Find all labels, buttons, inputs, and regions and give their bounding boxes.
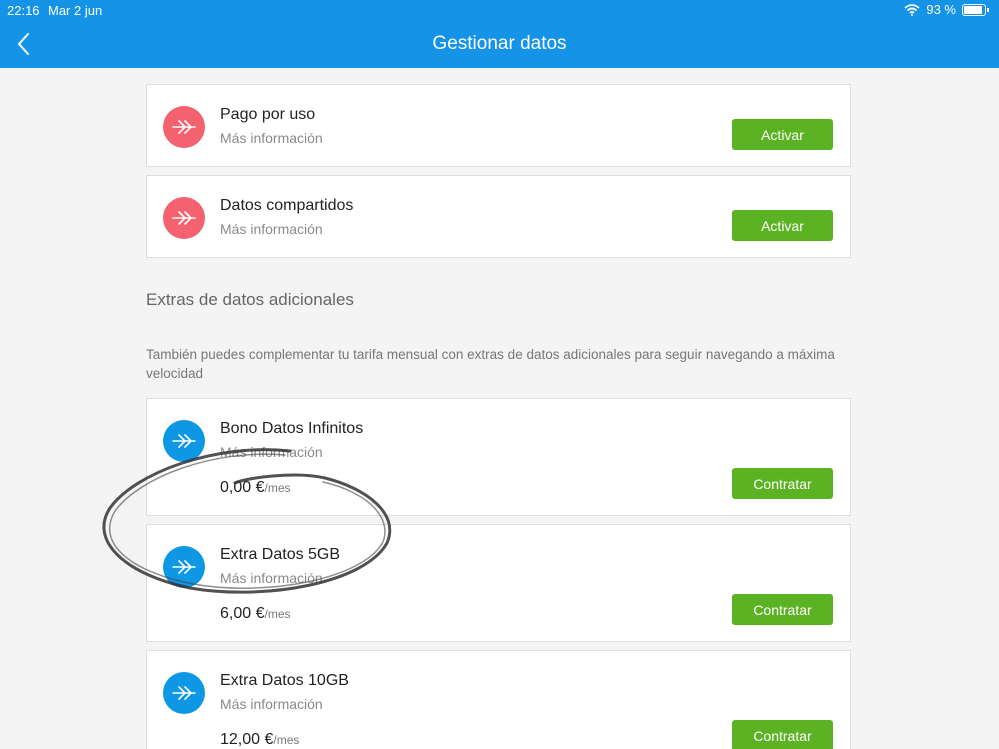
plan-icon-circle	[163, 106, 205, 148]
plan-title: Pago por uso	[220, 106, 316, 123]
more-info-link[interactable]: Más información	[220, 444, 323, 460]
extra-card-bono-datos-infinitos: Bono Datos Infinitos Más información 0,0…	[146, 398, 851, 516]
data-arrow-icon	[172, 211, 196, 225]
app-header: 22:16 Mar 2 jun 93 % Gestionar datos	[0, 0, 999, 68]
status-indicators: 93 %	[904, 2, 989, 17]
more-info-link[interactable]: Más información	[220, 570, 323, 586]
extra-card-extra-datos-5gb: Extra Datos 5GB Más información 6,00 €/m…	[146, 524, 851, 642]
price-unit: /mes	[273, 733, 300, 747]
extra-icon-circle	[163, 546, 205, 588]
status-time: 22:16	[7, 3, 40, 18]
extra-card-extra-datos-10gb: Extra Datos 10GB Más información 12,00 €…	[146, 650, 851, 749]
wifi-icon	[904, 3, 920, 16]
data-arrow-icon	[172, 120, 196, 134]
status-date: Mar 2 jun	[48, 3, 103, 18]
page-title: Gestionar datos	[432, 33, 567, 54]
extras-section-heading: Extras de datos adicionales	[146, 290, 354, 309]
activate-button[interactable]: Activar	[732, 119, 833, 150]
extra-title: Extra Datos 5GB	[220, 546, 341, 563]
price-amount: 6,00 €	[220, 605, 265, 622]
battery-percent: 93 %	[926, 2, 956, 17]
contract-button[interactable]: Contratar	[732, 720, 833, 749]
plan-card-datos-compartidos: Datos compartidos Más información Activa…	[146, 175, 851, 258]
extra-title: Bono Datos Infinitos	[220, 420, 364, 437]
price-amount: 0,00 €	[220, 479, 265, 496]
more-info-link[interactable]: Más información	[220, 696, 323, 712]
data-arrow-icon	[172, 434, 196, 448]
data-arrow-icon	[172, 686, 196, 700]
extras-section-description: También puedes complementar tu tarifa me…	[146, 347, 835, 381]
extra-price: 12,00 €/mes	[220, 731, 299, 749]
more-info-link[interactable]: Más información	[220, 221, 323, 237]
contract-button[interactable]: Contratar	[732, 594, 833, 625]
plan-card-pago-por-uso: Pago por uso Más información Activar	[146, 84, 851, 167]
price-unit: /mes	[264, 607, 291, 621]
extra-price: 6,00 €/mes	[220, 605, 291, 623]
plan-title: Datos compartidos	[220, 197, 354, 214]
extra-icon-circle	[163, 672, 205, 714]
extra-title: Extra Datos 10GB	[220, 672, 349, 689]
price-amount: 12,00 €	[220, 731, 274, 748]
extra-price: 0,00 €/mes	[220, 479, 291, 497]
main-content: Pago por uso Más información Activar Dat…	[0, 68, 999, 749]
contract-button[interactable]: Contratar	[732, 468, 833, 499]
battery-icon	[962, 3, 986, 16]
activate-button[interactable]: Activar	[732, 210, 833, 241]
plan-icon-circle	[163, 197, 205, 239]
extra-icon-circle	[163, 420, 205, 462]
battery-tip	[987, 7, 989, 12]
price-unit: /mes	[264, 481, 291, 495]
data-arrow-icon	[172, 560, 196, 574]
more-info-link[interactable]: Más información	[220, 130, 323, 146]
